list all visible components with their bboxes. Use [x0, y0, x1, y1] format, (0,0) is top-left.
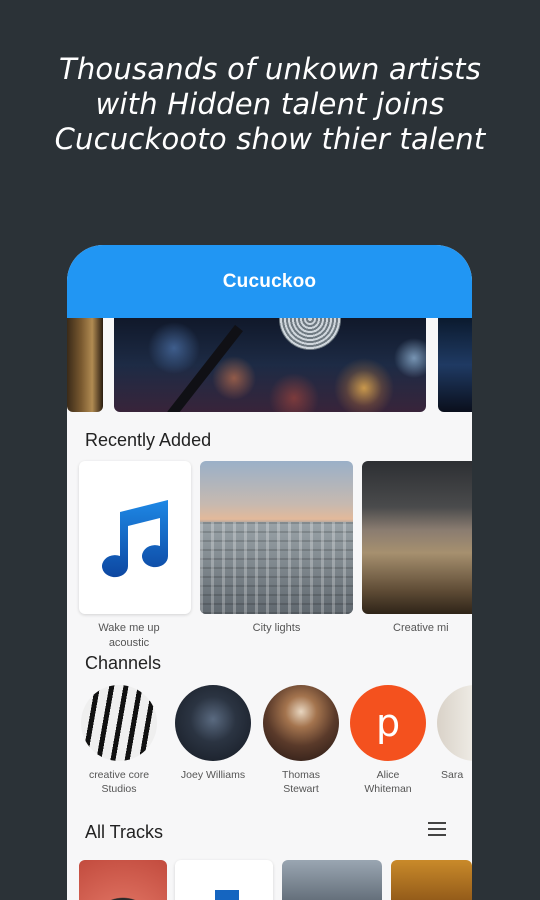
channel-name-line1: Joey Williams	[180, 769, 246, 781]
featured-carousel[interactable]	[67, 318, 472, 413]
recent-label-2-line1: City lights	[252, 622, 301, 634]
music-note-icon	[215, 890, 239, 900]
avatar: p	[350, 685, 426, 761]
recent-label-1-line1: Wake me up	[98, 622, 160, 634]
recent-label-3: Creative mi	[393, 621, 472, 636]
channel-name: Thomas Stewart	[263, 768, 339, 796]
recent-label-1: Wake me up acoustic	[79, 621, 179, 651]
recent-card-wake-me-up[interactable]	[79, 461, 191, 614]
channel-creative-core[interactable]: creative core Studios	[81, 685, 157, 796]
phone-screen: Cucuckoo Recently Added Wake me up acous…	[67, 245, 472, 900]
tagline-line-3: Cucuckooto show thier talent	[54, 122, 486, 156]
promo-tagline: Thousands of unkown artists with Hidden …	[0, 52, 540, 157]
all-tracks-list[interactable]	[67, 860, 472, 900]
avatar	[263, 685, 339, 761]
track-card[interactable]	[391, 860, 472, 900]
carousel-slide-previous[interactable]	[67, 318, 103, 412]
microphone-stand-image	[167, 324, 243, 412]
avatar-initial: p	[375, 701, 401, 745]
app-title: Cucuckoo	[222, 270, 317, 292]
track-card[interactable]	[282, 860, 382, 900]
channel-name: Joey Williams	[175, 768, 251, 782]
channel-name: Alice Whiteman	[350, 768, 426, 796]
carousel-slide-next[interactable]	[438, 318, 472, 412]
channel-name-line2: Studios	[101, 783, 137, 795]
channel-name-line2: Stewart	[283, 783, 319, 795]
avatar	[81, 685, 157, 761]
city-skyline-image	[200, 522, 353, 614]
recent-label-2: City lights	[200, 621, 353, 636]
channel-name-line1: Alice	[376, 769, 400, 781]
recently-added-list[interactable]: Wake me up acoustic City lights Creative…	[67, 461, 472, 651]
channel-sara[interactable]: Sara	[437, 685, 472, 782]
recent-card-creative-mind[interactable]	[362, 461, 472, 614]
microphone-image	[279, 318, 341, 350]
carousel-slide-current[interactable]	[114, 318, 426, 412]
channel-name: Sara	[437, 768, 472, 782]
channel-name: creative core Studios	[81, 768, 157, 796]
tagline-line-2: with Hidden talent joins	[95, 87, 445, 121]
channel-joey-williams[interactable]: Joey Williams	[175, 685, 251, 782]
channels-title: Channels	[85, 653, 162, 673]
recent-label-3-line1: Creative mi	[393, 622, 449, 634]
recently-added-title: Recently Added	[85, 430, 212, 450]
channel-name-line1: Thomas	[282, 769, 320, 781]
channel-alice-whiteman[interactable]: p Alice Whiteman	[350, 685, 426, 796]
channel-name-line1: Sara	[441, 769, 464, 781]
music-note-icon	[102, 499, 169, 577]
channel-thomas-stewart[interactable]: Thomas Stewart	[263, 685, 339, 796]
menu-icon[interactable]	[428, 822, 446, 836]
tagline-line-1: Thousands of unkown artists	[58, 52, 482, 86]
channels-list[interactable]: creative core Studios Joey Williams Thom…	[67, 685, 472, 805]
channel-name-line1: creative core	[88, 769, 150, 781]
avatar	[175, 685, 251, 761]
track-card[interactable]	[79, 860, 167, 900]
recent-card-city-lights[interactable]	[200, 461, 353, 614]
channel-name-line2: Whiteman	[364, 783, 412, 795]
avatar	[437, 685, 472, 761]
all-tracks-title: All Tracks	[85, 822, 164, 842]
recent-label-1-line2: acoustic	[108, 637, 150, 649]
track-card[interactable]	[175, 860, 273, 900]
app-bar: Cucuckoo	[67, 245, 472, 318]
